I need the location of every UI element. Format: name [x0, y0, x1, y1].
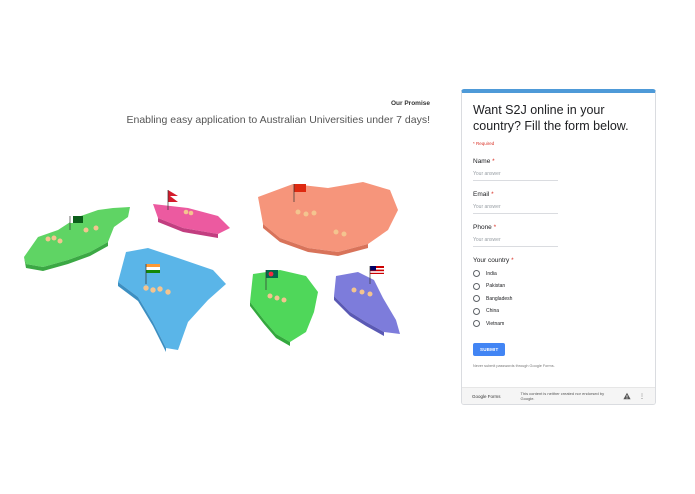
required-note: * Required — [473, 141, 495, 146]
radio-button[interactable] — [473, 295, 480, 302]
name-label: Name * — [473, 158, 495, 165]
nepal-map — [153, 190, 230, 238]
option-label: India — [486, 270, 497, 277]
phone-question: Phone * Your answer — [473, 224, 644, 247]
india-map — [118, 248, 226, 352]
country-question: Your country * India Pakistan Bangladesh… — [473, 257, 644, 327]
country-option-bangladesh[interactable]: Bangladesh — [473, 295, 644, 302]
malaysia-map — [334, 266, 400, 336]
radio-button[interactable] — [473, 307, 480, 315]
radio-button[interactable] — [473, 270, 480, 277]
disclaimer: This content is neither created nor endo… — [520, 391, 605, 401]
form-footer: Google Forms This content is neither cre… — [462, 387, 655, 404]
bangladesh-map — [250, 270, 318, 346]
option-label: Bangladesh — [486, 295, 513, 302]
email-field[interactable]: Your answer — [473, 204, 558, 214]
email-label: Email * — [473, 191, 494, 198]
country-option-vietnam[interactable]: Vietnam — [473, 320, 644, 327]
country-option-pakistan[interactable]: Pakistan — [473, 282, 644, 290]
radio-button[interactable] — [473, 282, 480, 290]
password-warning: Never submit passwords through Google Fo… — [473, 364, 555, 368]
country-option-india[interactable]: India — [473, 270, 644, 277]
option-label: Vietnam — [486, 320, 505, 327]
name-question: Name * Your answer — [473, 158, 644, 181]
email-question: Email * Your answer — [473, 191, 644, 214]
country-label: Your country * — [473, 257, 514, 264]
name-field[interactable]: Your answer — [473, 171, 558, 181]
more-options-icon[interactable]: ⋮ — [639, 393, 645, 400]
submit-button[interactable]: SUBMIT — [473, 343, 506, 356]
promise-title: Our Promise — [390, 100, 430, 107]
china-map — [258, 182, 398, 256]
form-title: Want S2J online in your country? Fill th… — [473, 103, 629, 133]
report-abuse-icon[interactable] — [623, 392, 631, 400]
google-forms-link[interactable]: Google Forms — [472, 394, 501, 399]
option-label: China — [486, 308, 500, 314]
radio-button[interactable] — [473, 320, 480, 327]
promise-subtitle: Enabling easy application to Australian … — [126, 114, 430, 126]
phone-field[interactable]: Your answer — [473, 237, 558, 247]
country-option-china[interactable]: China — [473, 307, 644, 315]
country-maps-illustration — [24, 182, 400, 352]
phone-label: Phone * — [473, 224, 497, 231]
pakistan-map — [24, 207, 130, 271]
google-form-embed: Want S2J online in your country? Fill th… — [461, 89, 656, 405]
option-label: Pakistan — [486, 283, 506, 289]
